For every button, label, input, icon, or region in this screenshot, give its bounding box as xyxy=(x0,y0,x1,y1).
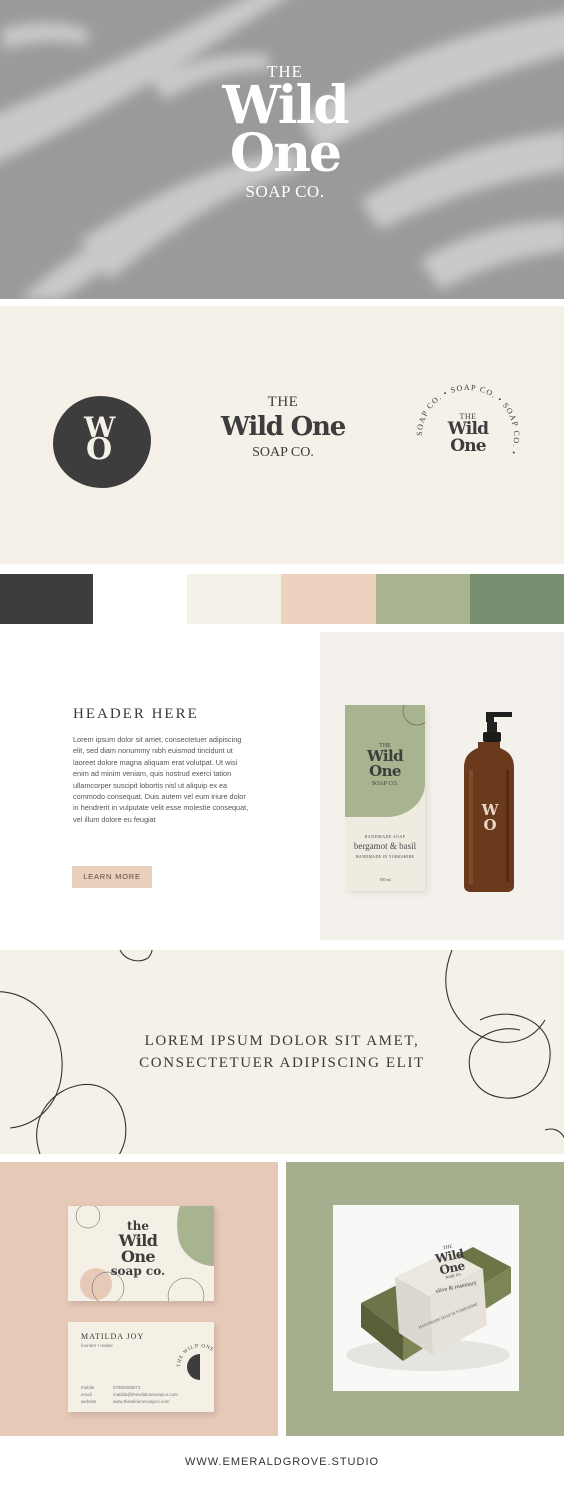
pump-bottle: W O xyxy=(460,710,518,892)
card-back-badge: THE WILD ONE SOAP CO xyxy=(177,1344,214,1380)
quote-text: LOREM IPSUM DOLOR SIT AMET, CONSECTETUER… xyxy=(0,1030,564,1074)
product-box: THE Wild One SOAP CO. HANDMADE SOAP berg… xyxy=(345,705,425,891)
hero-banner: THE Wild One SOAP CO. xyxy=(0,0,564,299)
section-header: HEADER HERE xyxy=(73,706,199,722)
card-soap: soap co. xyxy=(110,1264,166,1278)
monogram-mark: W O xyxy=(53,396,151,488)
primary-wordmark: THE Wild One SOAP CO. xyxy=(198,394,368,461)
business-card-back: MATILDA JOY founder • maker mobile email… xyxy=(68,1322,214,1412)
box-scent: bergamot & basil xyxy=(353,841,417,851)
swatch-blush xyxy=(281,574,376,624)
logo-variations-band: W O THE Wild One SOAP CO. SOAP CO. • SOA… xyxy=(0,306,564,564)
section-body: Lorem ipsum dolor sit amet, consectetuer… xyxy=(73,735,249,824)
bottle-mono-o: O xyxy=(483,816,496,834)
learn-more-button[interactable]: LEARN MORE xyxy=(72,866,152,888)
swatch-charcoal xyxy=(0,574,93,624)
hero-logo: THE Wild One SOAP CO. xyxy=(200,62,370,202)
box-small-bottom: HANDMADE IN YORKSHIRE xyxy=(355,854,415,859)
wordmark-soap: SOAP CO. xyxy=(252,445,314,460)
soap-bar-photo: THE Wild One soap co. olive & rosemary H… xyxy=(333,1205,519,1391)
card-one: One xyxy=(121,1247,156,1266)
quote-line-2: CONSECTETUER ADIPISCING ELIT xyxy=(139,1055,425,1071)
monogram-o: O xyxy=(86,432,113,467)
box-volume: 100 ml xyxy=(379,877,391,882)
soap-bar-shape xyxy=(346,1247,511,1371)
badge-one: One xyxy=(450,436,486,456)
swatch-white xyxy=(93,574,187,624)
hero-one: One xyxy=(229,123,342,184)
swatch-cream xyxy=(187,574,281,624)
box-line-decor xyxy=(402,705,425,726)
wordmark-name: Wild One xyxy=(220,412,346,442)
footer-url[interactable]: WWW.EMERALDGROVE.STUDIO xyxy=(0,1456,564,1468)
card-front-logo: the Wild One soap co. xyxy=(108,1220,168,1278)
quote-line-1: LOREM IPSUM DOLOR SIT AMET, xyxy=(144,1033,420,1049)
swatch-sage xyxy=(376,574,470,624)
box-small-top: HANDMADE SOAP xyxy=(364,834,406,839)
swatch-olive xyxy=(470,574,564,624)
box-one: One xyxy=(369,762,401,780)
business-card-front: the Wild One soap co. xyxy=(68,1206,214,1301)
circular-badge: SOAP CO. • SOAP CO. • SOAP CO. • THE Wil… xyxy=(414,382,522,490)
bottle-shape: W O xyxy=(464,712,514,892)
wordmark-the: THE xyxy=(267,394,299,410)
box-logo: THE Wild One SOAP CO. xyxy=(345,743,425,787)
box-soap: SOAP CO. xyxy=(371,781,399,787)
badge-center: THE Wild One xyxy=(414,412,522,455)
hero-soap: SOAP CO. xyxy=(245,182,325,201)
